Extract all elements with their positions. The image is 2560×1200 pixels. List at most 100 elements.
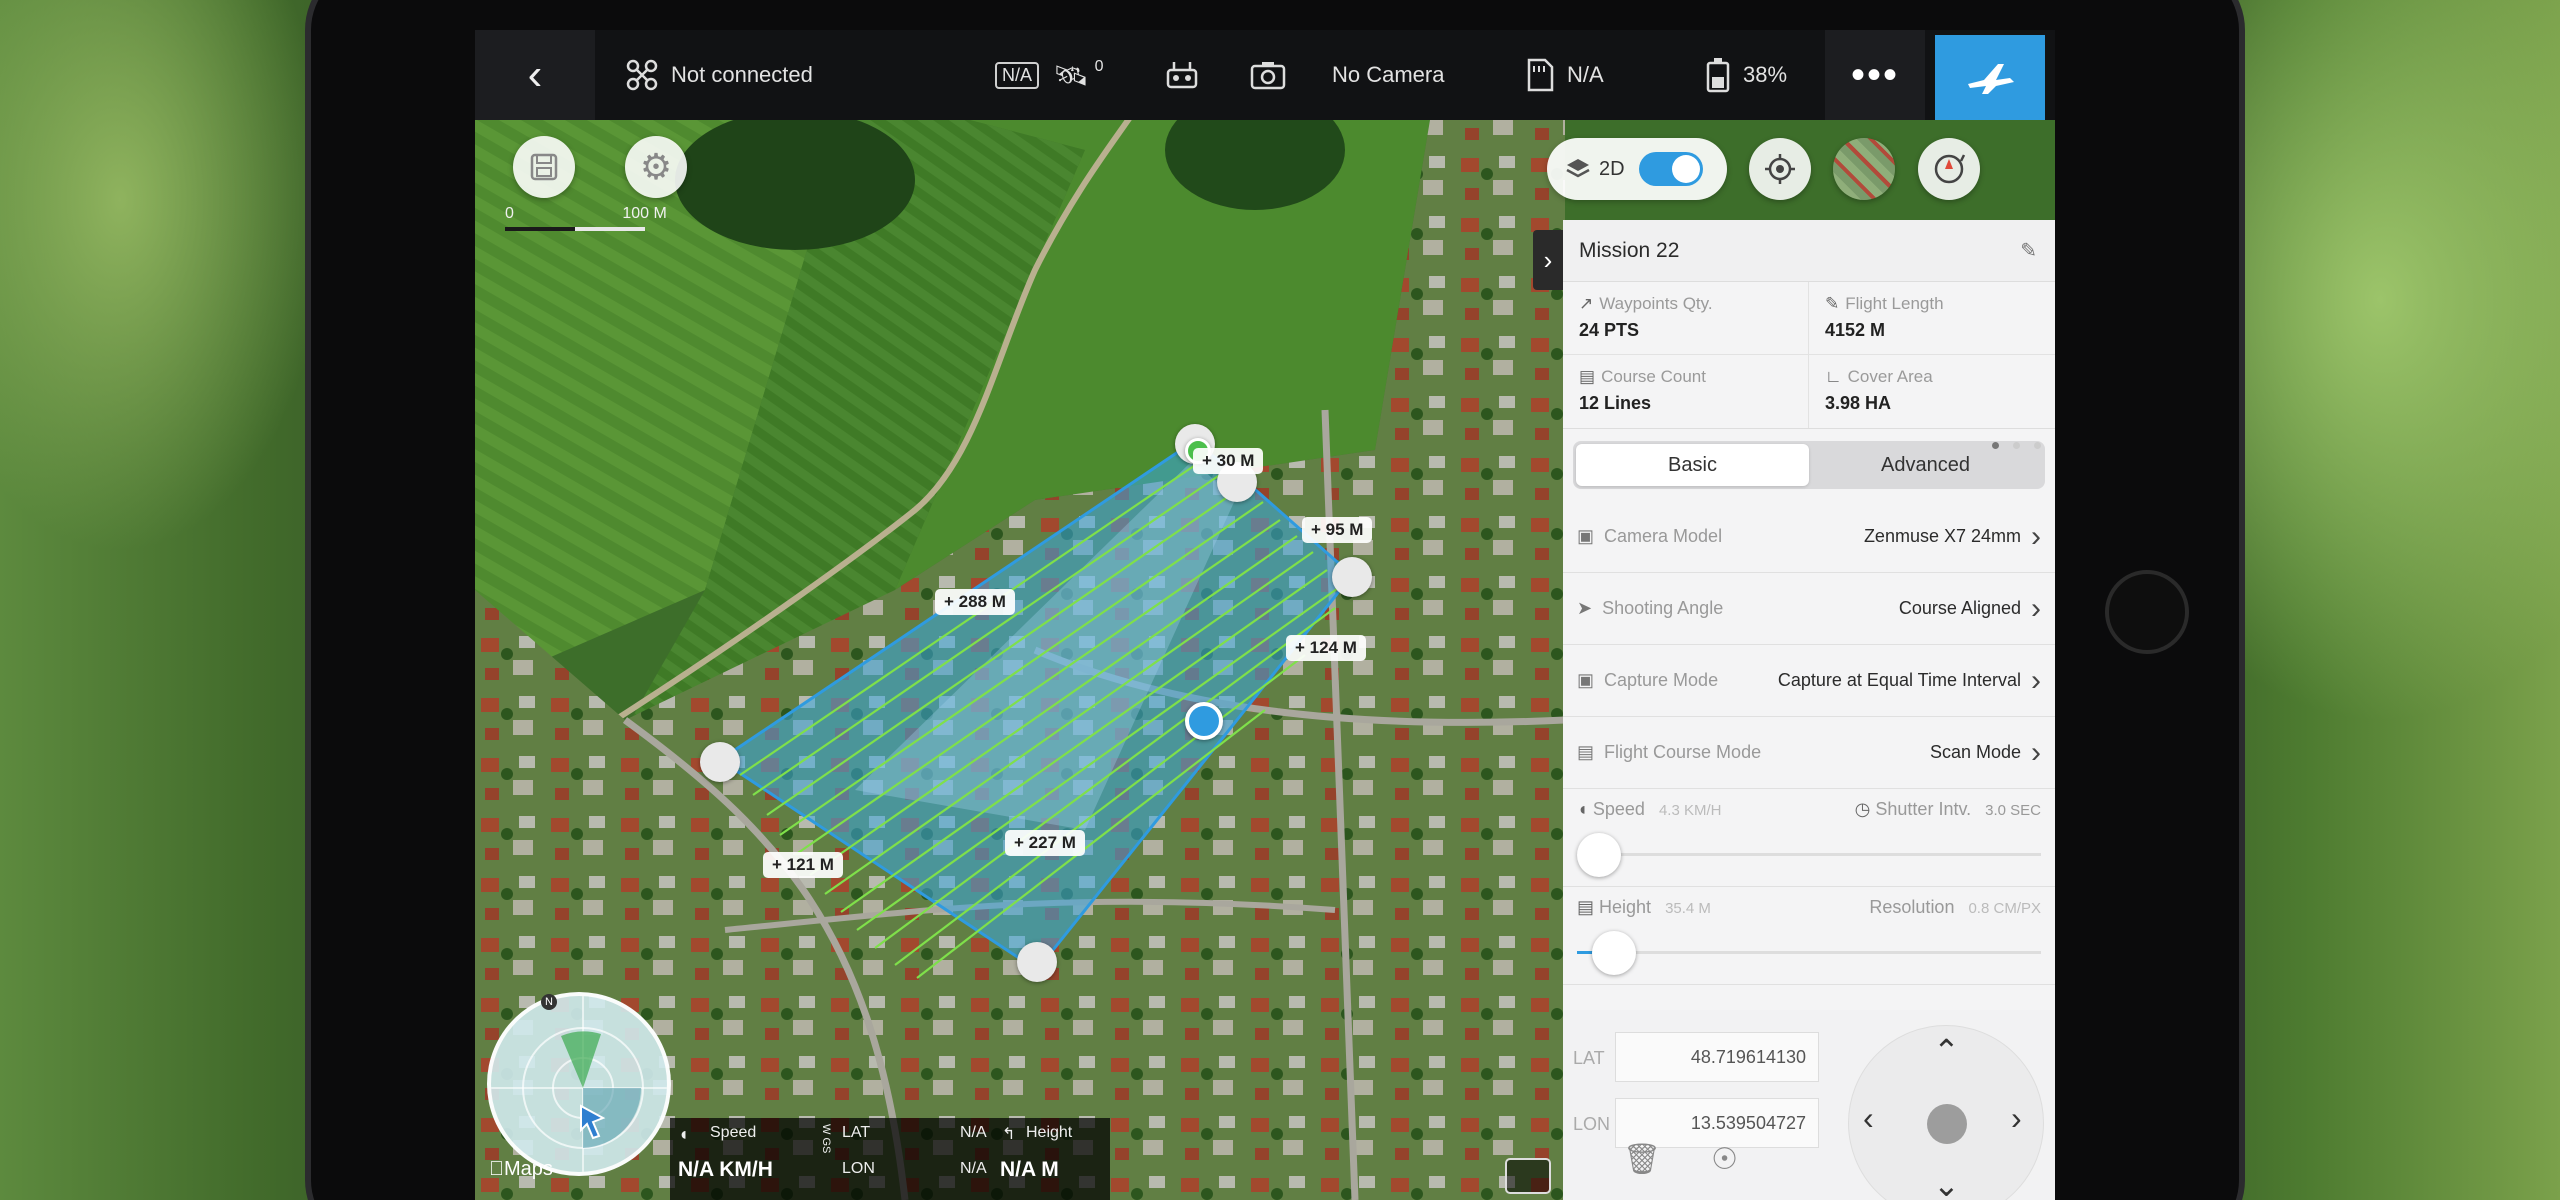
vertex-handle[interactable] — [700, 742, 740, 782]
maps-attribution: Maps — [489, 1158, 553, 1180]
telemetry-bar: ◖ Speed N/A KM/H W GS LAT LON N/A N/A ↰ … — [670, 1118, 1110, 1200]
stat-value: 3.98 HA — [1825, 393, 1892, 413]
stat-course-count: ▤ Course Count 12 Lines — [1563, 355, 1809, 428]
course-icon: ▤ — [1579, 367, 1596, 386]
stat-label: Course Count — [1601, 367, 1706, 386]
battery-status[interactable]: 38% — [1705, 30, 1787, 120]
remote-controller-status[interactable] — [1165, 30, 1199, 120]
edge-measurement-label[interactable]: + 288 M — [935, 589, 1015, 615]
setting-shooting-angle[interactable]: ➤ Shooting Angle Course Aligned › — [1563, 573, 2055, 645]
lon-value: 13.539504727 — [1690, 1112, 1806, 1133]
more-icon: ••• — [1850, 52, 1899, 97]
arrow-down-icon[interactable]: ⌄ — [1933, 1166, 1960, 1200]
gps-icon: W GS — [820, 1124, 832, 1154]
lat-label: LAT — [1573, 1048, 1605, 1068]
course-icon: ▤ — [1577, 742, 1595, 762]
layers-button[interactable] — [1505, 1158, 1551, 1194]
compass-radar — [487, 992, 671, 1176]
waypoint-actions: 🗑 ☉ — [1623, 1142, 1738, 1177]
camera-status-text: No Camera — [1332, 62, 1445, 87]
stats-page-indicator[interactable] — [1992, 442, 2041, 449]
mission-title: Mission 22 — [1579, 238, 1680, 262]
save-icon — [530, 153, 558, 181]
arrow-left-icon[interactable]: ‹ — [1863, 1100, 1874, 1137]
chevron-right-icon: › — [1543, 244, 1553, 275]
more-options-button[interactable]: ••• — [1825, 30, 1925, 120]
vertex-handle[interactable] — [1332, 557, 1372, 597]
radar-graphic — [491, 996, 667, 1172]
arrow-up-icon[interactable]: ⌃ — [1933, 1032, 1960, 1070]
mission-settings-panel: Mission 22 ✎ ↗ Waypoints Qty. 24 PTS ✎ Fli… — [1563, 220, 2055, 1200]
height-value: 35.4 M — [1665, 900, 1711, 917]
speed-setting: ◖ Speed 4.3 KM/H ◷ Shutter Intv. 3.0 SEC — [1563, 789, 2055, 887]
telemetry-speed-label: Speed — [710, 1124, 757, 1141]
speed-slider-track[interactable] — [1577, 833, 2041, 877]
edge-measurement-label[interactable]: + 124 M — [1286, 635, 1366, 661]
connection-status[interactable]: Not connected — [625, 30, 813, 120]
trash-icon[interactable]: 🗑 — [1623, 1142, 1661, 1177]
camera-icon: ▣ — [1577, 526, 1595, 546]
resolution-value: 0.8 CM/PX — [1968, 900, 2041, 917]
setting-camera-model[interactable]: ▣ Camera Model Zenmuse X7 24mm › — [1563, 501, 2055, 573]
lat-field[interactable]: 48.719614130 — [1615, 1032, 1819, 1082]
locate-button[interactable] — [1749, 138, 1811, 200]
setting-value: Scan Mode — [1929, 742, 2021, 762]
map-type-button[interactable] — [1833, 138, 1895, 200]
telemetry-height-label: Height — [1026, 1124, 1073, 1141]
camera-status[interactable]: No Camera — [1250, 30, 1444, 120]
stat-value: 4152 M — [1825, 320, 1886, 340]
tab-advanced[interactable]: Advanced — [1809, 444, 2042, 486]
gps-label: N/A — [995, 61, 1040, 89]
rotate-map-button[interactable] — [1918, 138, 1980, 200]
edit-icon[interactable]: ✎ — [2020, 238, 2037, 263]
edge-measurement-label[interactable]: + 95 M — [1302, 517, 1373, 543]
setting-value: Capture at Equal Time Interval — [1777, 670, 2021, 690]
save-button[interactable] — [513, 136, 575, 198]
selected-vertex-handle[interactable] — [1185, 702, 1223, 740]
stat-flight-length: ✎ Flight Length 4152 M — [1809, 282, 2055, 355]
panel-collapse-handle[interactable]: › — [1533, 230, 1563, 290]
tab-basic[interactable]: Basic — [1576, 444, 1809, 486]
lon-label: LON — [1573, 1114, 1611, 1134]
height-slider-thumb[interactable] — [1592, 931, 1637, 975]
edge-measurement-label[interactable]: + 121 M — [763, 852, 843, 878]
edge-measurement-label[interactable]: + 30 M — [1193, 448, 1264, 474]
battery-percentage: 38% — [1743, 62, 1788, 87]
airplane-icon — [1968, 63, 2014, 94]
lon-field[interactable]: 13.539504727 — [1615, 1098, 1819, 1148]
height-setting: ▤ Height 35.4 M Resolution 0.8 CM/PX — [1563, 887, 2055, 985]
storage-status[interactable]: N/A — [1525, 30, 1604, 120]
storage-status-text: N/A — [1567, 62, 1604, 87]
dpad-center[interactable] — [1927, 1104, 1967, 1144]
gps-status[interactable]: N/A 🛰 0 — [995, 30, 1103, 120]
vertex-handle[interactable] — [1017, 942, 1057, 982]
ruler-icon: ✎ — [1825, 294, 1840, 313]
north-indicator: N — [541, 994, 557, 1010]
edge-measurement-label[interactable]: + 227 M — [1005, 830, 1085, 856]
position-dpad[interactable]: ⌃ ⌄ ‹ › — [1848, 1025, 2044, 1200]
waypoint-pin-icon[interactable]: ☉ — [1711, 1142, 1738, 1177]
drone-icon — [626, 59, 658, 91]
layers-icon — [1566, 159, 1590, 178]
telemetry-lon-label: LON — [842, 1160, 875, 1177]
scale-end: 100 M — [622, 205, 667, 222]
height-slider-track[interactable] — [1577, 931, 2041, 975]
fly-button[interactable] — [1935, 35, 2045, 120]
speed-slider-thumb[interactable] — [1577, 833, 1621, 877]
setting-label: Camera Model — [1604, 526, 1723, 546]
setting-label: Flight Course Mode — [1604, 742, 1762, 762]
satellite-icon: 🛰 — [1053, 59, 1089, 91]
stat-value: 12 Lines — [1579, 393, 1652, 413]
arrow-right-icon[interactable]: › — [2011, 1100, 2022, 1137]
setting-flight-course-mode[interactable]: ▤ Flight Course Mode Scan Mode › — [1563, 717, 2055, 789]
top-status-bar: ‹ Not connected N/A 🛰 0 No Camera N/A 38… — [475, 30, 2055, 120]
back-button[interactable]: ‹ — [475, 30, 595, 120]
settings-button[interactable]: ⚙ — [625, 136, 687, 198]
view-mode-switch[interactable] — [1638, 152, 1703, 186]
telemetry-speed-value: N/A KM/H — [678, 1158, 773, 1181]
mission-stats: ↗ Waypoints Qty. 24 PTS ✎ Flight Length 41… — [1563, 282, 2055, 429]
speedometer-icon: ◖ — [1577, 799, 1588, 819]
setting-capture-mode[interactable]: ▣ Capture Mode Capture at Equal Time Inte… — [1563, 645, 2055, 717]
view-mode-toggle[interactable]: 2D — [1547, 138, 1727, 200]
chevron-right-icon: › — [2031, 735, 2041, 769]
